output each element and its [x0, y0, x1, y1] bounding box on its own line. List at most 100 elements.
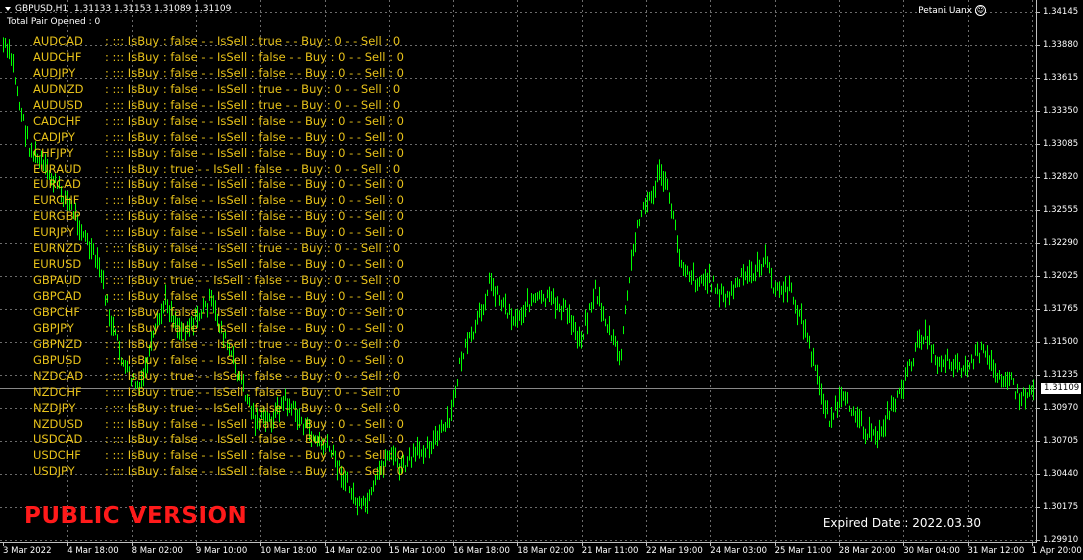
pair-status-list: AUDCAD: ::: IsBuy : false - - IsSell : t… — [33, 34, 404, 480]
pair-name: EURAUD — [33, 161, 82, 176]
time-label: 18 Mar 02:00 — [517, 546, 575, 556]
public-version-label: PUBLIC VERSION — [24, 503, 248, 529]
price-tick — [1037, 342, 1040, 343]
total-pairs-label: Total Pair Opened : 0 — [7, 17, 101, 27]
pair-row: AUDJPY: ::: IsBuy : false - - IsSell : f… — [33, 66, 404, 82]
time-label: 15 Mar 10:00 — [388, 546, 446, 556]
pair-name: NZDCAD — [33, 368, 84, 383]
price-tick — [1037, 375, 1040, 376]
pair-name: NZDUSD — [33, 416, 83, 431]
pair-name: EURJPY — [33, 225, 74, 240]
expired-date-label: Expired Date : 2022.03.30 — [822, 516, 981, 530]
pair-status: : ::: IsBuy : false - - IsSell : false -… — [105, 416, 404, 431]
pair-name: USDCHF — [33, 448, 81, 463]
time-label: 28 Mar 20:00 — [838, 546, 896, 556]
pair-row: NZDCAD: ::: IsBuy : true - - IsSell : fa… — [33, 369, 404, 385]
pair-status: : ::: IsBuy : false - - IsSell : false -… — [105, 209, 404, 224]
pair-name: USDJPY — [33, 464, 75, 479]
pair-name: GBPNZD — [33, 336, 83, 351]
pair-status: : ::: IsBuy : false - - IsSell : false -… — [105, 464, 404, 479]
price-label: 1.31500 — [1043, 337, 1079, 347]
pair-row: USDCHF: ::: IsBuy : false - - IsSell : f… — [33, 448, 404, 464]
pair-status: : ::: IsBuy : false - - IsSell : false -… — [105, 225, 404, 240]
pair-name: AUDCAD — [33, 34, 83, 48]
pair-status: : ::: IsBuy : true - - IsSell : false - … — [105, 384, 401, 399]
pair-row: EURCAD: ::: IsBuy : false - - IsSell : f… — [33, 177, 404, 193]
price-label: 1.31235 — [1043, 370, 1079, 380]
pair-status: : ::: IsBuy : false - - IsSell : false -… — [105, 289, 404, 303]
price-label: 1.34145 — [1043, 7, 1079, 17]
time-label: 10 Mar 18:00 — [260, 546, 317, 556]
pair-status: : ::: IsBuy : false - - IsSell : false -… — [105, 320, 404, 335]
pair-status: : ::: IsBuy : false - - IsSell : true - … — [105, 97, 401, 112]
price-tick — [1037, 474, 1040, 475]
pair-row: AUDCHF : ::: IsBuy : false - - IsSell : f… — [33, 50, 404, 66]
symbol-label: GBPUSD,H1 — [15, 4, 69, 14]
pair-name: EURNZD — [33, 241, 83, 256]
time-label: 9 Mar 10:00 — [195, 546, 248, 556]
price-tick — [1037, 243, 1040, 244]
pair-row: CHFJPY: ::: IsBuy : false - - IsSell : f… — [33, 146, 404, 162]
pair-name: NZDCHF — [33, 384, 82, 399]
pair-status: : ::: IsBuy : false - - IsSell : false -… — [105, 257, 404, 272]
price-tick — [1037, 276, 1040, 277]
price-tick — [1037, 144, 1040, 145]
price-label: 1.30705 — [1043, 436, 1079, 446]
pair-status: : ::: IsBuy : false - - IsSell : true - … — [105, 241, 401, 256]
pair-row: AUDNZD : ::: IsBuy : false - - IsSell : t… — [33, 82, 404, 98]
plot-area[interactable]: GBPUSD,H1 1.31133 1.31153 1.31089 1.3110… — [0, 0, 1037, 543]
price-scale[interactable]: 1.34145 1.33880 1.33615 1.33350 1.33085 1.328… — [1037, 0, 1083, 545]
price-tick — [1037, 177, 1040, 178]
price-label: 1.30175 — [1043, 502, 1079, 512]
pair-status: : ::: IsBuy : false - - IsSell : false -… — [105, 432, 404, 447]
pair-name: AUDCHF — [33, 49, 82, 64]
pair-status: : ::: IsBuy : false - - IsSell : true - … — [105, 34, 401, 48]
price-tick — [1037, 540, 1040, 541]
price-tick — [1037, 12, 1040, 13]
chart-window[interactable]: GBPUSD,H1 1.31133 1.31153 1.31089 1.3110… — [0, 0, 1083, 560]
pair-row: EURNZD : ::: IsBuy : false - - IsSell : t… — [33, 241, 404, 257]
pair-row: EURUSD : ::: IsBuy : false - - IsSell : f… — [33, 257, 404, 273]
price-label: 1.32025 — [1043, 271, 1079, 281]
dropdown-arrow-icon[interactable] — [5, 6, 11, 11]
pair-status: : ::: IsBuy : false - - IsSell : false -… — [105, 49, 404, 64]
time-label: 31 Mar 12:00 — [967, 546, 1025, 556]
price-label: 1.33085 — [1043, 139, 1079, 149]
pair-row: CADJPY: ::: IsBuy : false - - IsSell : f… — [33, 130, 404, 146]
price-tick — [1037, 45, 1040, 46]
price-tick — [1037, 78, 1040, 79]
pair-name: AUDJPY — [33, 65, 76, 80]
expert-advisor-label[interactable]: Petani Uanx ☺ — [918, 5, 986, 17]
pair-name: EURCHF — [33, 193, 80, 208]
pair-status: : ::: IsBuy : false - - IsSell : true - … — [105, 81, 401, 96]
time-label: 22 Mar 19:00 — [646, 546, 703, 556]
current-price-marker: 1.31109 — [1041, 383, 1081, 394]
pair-status: : ::: IsBuy : true - - IsSell : false - … — [105, 400, 401, 415]
pair-name: EURGBP — [33, 209, 81, 224]
symbol-header: GBPUSD,H1 1.31133 1.31153 1.31089 1.3110… — [5, 4, 231, 15]
price-tick — [1037, 210, 1040, 211]
pair-name: AUDNZD — [33, 81, 84, 96]
pair-row: AUDCAD : ::: IsBuy : false - - IsSell : t… — [33, 34, 404, 50]
price-label: 1.29910 — [1043, 535, 1079, 545]
pair-status: : ::: IsBuy : false - - IsSell : false -… — [105, 113, 404, 128]
time-label: 30 Mar 04:00 — [903, 546, 960, 556]
pair-row: NZDJPY: ::: IsBuy : true - - IsSell : fa… — [33, 401, 404, 417]
price-tick — [1037, 507, 1040, 508]
price-label: 1.32555 — [1043, 205, 1079, 215]
pair-row: GBPCAD: ::: IsBuy : false - - IsSell : f… — [33, 289, 404, 305]
pair-name: EURUSD — [33, 257, 82, 272]
price-label: 1.30970 — [1043, 403, 1079, 413]
time-label: 14 Mar 02:00 — [324, 546, 382, 556]
pair-row: EURGBP : ::: IsBuy : false - - IsSell : f… — [33, 209, 404, 225]
pair-status: : ::: IsBuy : true - - IsSell : false - … — [105, 161, 401, 176]
pair-name: EURCAD — [33, 177, 81, 192]
pair-name: GBPUSD — [33, 352, 82, 367]
pair-row: GBPJPY: ::: IsBuy : false - - IsSell : f… — [33, 321, 404, 337]
pair-status: : ::: IsBuy : false - - IsSell : false -… — [105, 304, 404, 319]
price-label: 1.30440 — [1043, 469, 1079, 479]
pair-name: CADCHF — [33, 113, 82, 128]
time-label: 3 Mar 2022 — [3, 546, 52, 556]
pair-name: USDCAD — [33, 432, 83, 447]
time-scale[interactable]: 3 Mar 2022 4 Mar 18:00 8 Mar 02:00 9 Mar 10… — [0, 543, 1082, 560]
